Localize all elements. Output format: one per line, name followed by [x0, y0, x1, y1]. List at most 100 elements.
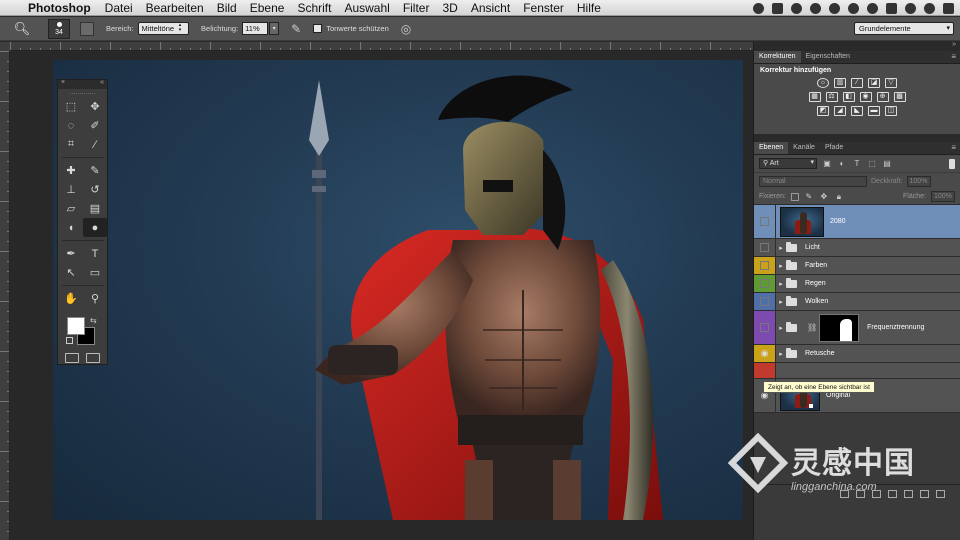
layer-name[interactable]: Frequenztrennung — [867, 324, 924, 331]
filter-toggle[interactable] — [949, 158, 955, 169]
panel-menu-icon[interactable]: ≡ — [951, 52, 956, 61]
spotlight-icon[interactable] — [924, 2, 935, 14]
lock-transparency-icon[interactable] — [790, 192, 799, 201]
layer-mask-thumbnail[interactable] — [819, 313, 860, 342]
visibility-toggle[interactable]: ◉ — [754, 345, 776, 362]
panel-separator[interactable] — [754, 134, 960, 142]
pixel-filter-icon[interactable]: ▣ — [822, 159, 832, 169]
expand-arrow-icon[interactable]: ▸ — [776, 350, 786, 358]
menu-fenster[interactable]: Fenster — [523, 1, 564, 15]
visibility-toggle[interactable] — [754, 205, 776, 238]
menu-hilfe[interactable]: Hilfe — [577, 1, 601, 15]
swap-colors-icon[interactable]: ⇆ — [90, 316, 97, 325]
deckkraft-field[interactable]: 100% — [906, 175, 931, 187]
link-icon[interactable]: ⛓ — [807, 323, 817, 332]
channel-mixer-icon[interactable]: ⊕ — [876, 92, 889, 102]
flaeche-field[interactable]: 100% — [931, 191, 955, 202]
tools-panel-header[interactable]: × « — [58, 79, 107, 89]
panel-menu-icon[interactable]: ≡ — [951, 143, 956, 152]
airbrush-icon[interactable]: ✎ — [291, 22, 301, 36]
type-tool-icon[interactable]: T — [83, 244, 107, 263]
menu-ansicht[interactable]: Ansicht — [471, 1, 510, 15]
layer-name[interactable]: Wolken — [805, 298, 828, 305]
lasso-tool-icon[interactable]: ◌ — [59, 116, 83, 135]
flag-icon[interactable] — [886, 2, 897, 14]
layer-name[interactable]: Farben — [805, 262, 827, 269]
curves-icon[interactable]: ⁄ — [851, 78, 863, 88]
zoom-tool-icon[interactable]: ⚲ — [83, 289, 107, 308]
color-lookup-icon[interactable]: ▩ — [893, 92, 906, 102]
posterize-icon[interactable]: ◢ — [834, 106, 846, 116]
menu-datei[interactable]: Datei — [105, 1, 133, 15]
visibility-toggle[interactable] — [754, 275, 776, 292]
layer-name[interactable]: Original — [826, 392, 850, 399]
default-colors-icon[interactable] — [66, 337, 73, 344]
brush-preset-picker[interactable]: 34 — [48, 18, 70, 39]
time-machine-icon[interactable] — [848, 2, 859, 14]
collapse-icon[interactable]: » — [952, 41, 956, 48]
ruler-horizontal[interactable] — [10, 42, 753, 51]
lock-all-icon[interactable]: 🔒︎ — [834, 192, 844, 202]
clone-stamp-tool-icon[interactable]: ⊥ — [59, 180, 83, 199]
layer-row[interactable]: 2080 — [754, 205, 960, 239]
gradient-map-icon[interactable]: ▬ — [868, 106, 880, 116]
layer-name[interactable]: Regen — [805, 280, 826, 287]
expand-arrow-icon[interactable]: ▸ — [776, 244, 786, 252]
panel-dock-header[interactable]: » — [754, 41, 960, 51]
tab-pfade[interactable]: Pfade — [820, 142, 848, 154]
invert-icon[interactable]: ◩ — [817, 106, 829, 116]
levels-icon[interactable]: ▥ — [834, 78, 846, 88]
hue-saturation-icon[interactable]: ▦ — [808, 92, 821, 102]
tab-kanaele[interactable]: Kanäle — [788, 142, 820, 154]
visibility-toggle[interactable] — [754, 311, 776, 344]
black-white-icon[interactable]: ◧ — [842, 92, 855, 102]
threshold-icon[interactable]: ◣ — [851, 106, 863, 116]
menu-ebene[interactable]: Ebene — [250, 1, 285, 15]
quick-selection-tool-icon[interactable]: ✐ — [83, 116, 107, 135]
wifi-icon[interactable] — [829, 2, 840, 14]
visibility-toggle[interactable] — [754, 257, 776, 274]
eraser-tool-icon[interactable]: ▱ — [59, 199, 83, 218]
history-brush-tool-icon[interactable]: ↺ — [83, 180, 107, 199]
dodge-tool-icon[interactable]: ● — [83, 218, 107, 237]
ruler-corner[interactable] — [0, 42, 10, 51]
layer-filter-select[interactable]: ⚲ Art — [759, 158, 817, 169]
user-icon[interactable] — [905, 2, 916, 14]
bereich-select[interactable]: Mitteltöne — [137, 22, 190, 35]
gradient-tool-icon[interactable]: ▤ — [83, 199, 107, 218]
expand-arrow-icon[interactable]: ▸ — [776, 324, 786, 332]
menu-3d[interactable]: 3D — [442, 1, 457, 15]
layer-row[interactable]: ▸ Licht — [754, 239, 960, 257]
hand-tool-icon[interactable]: ✋ — [59, 289, 83, 308]
expand-arrow-icon[interactable]: ▸ — [776, 280, 786, 288]
app-menu[interactable]: Photoshop — [28, 1, 91, 15]
tonwerte-checkbox[interactable] — [313, 24, 323, 33]
tab-eigenschaften[interactable]: Eigenschaften — [801, 51, 855, 63]
belichtung-field[interactable]: 11% — [242, 22, 269, 35]
tab-korrekturen[interactable]: Korrekturen — [754, 51, 801, 63]
foreground-color-swatch[interactable] — [67, 317, 85, 335]
lock-position-icon[interactable]: ✥ — [819, 192, 829, 202]
blend-mode-select[interactable]: Normal — [759, 175, 867, 187]
visibility-toggle[interactable] — [754, 363, 776, 378]
spot-healing-tool-icon[interactable]: ✚ — [59, 161, 83, 180]
collapse-icon[interactable]: « — [100, 79, 104, 86]
pressure-icon[interactable]: ◎ — [401, 22, 411, 36]
brush-tool-icon[interactable]: ✎ — [83, 161, 107, 180]
layer-row[interactable]: ▸ Wolken — [754, 293, 960, 311]
expand-arrow-icon[interactable]: ▸ — [776, 262, 786, 270]
layer-name[interactable]: Retusche — [805, 350, 835, 357]
tab-ebenen[interactable]: Ebenen — [754, 142, 789, 154]
belichtung-slider-toggle[interactable]: ▾ — [269, 22, 280, 35]
move-tool-icon[interactable]: ✥ — [83, 97, 107, 116]
brightness-contrast-icon[interactable]: ☼ — [817, 78, 829, 88]
menu-bearbeiten[interactable]: Bearbeiten — [146, 1, 204, 15]
layer-row[interactable]: ▸ Regen — [754, 275, 960, 293]
dodge-tool-icon[interactable]: 🔍︎ — [10, 19, 34, 39]
notifications-icon[interactable] — [943, 2, 954, 14]
brush-panel-toggle-icon[interactable] — [80, 21, 94, 36]
smart-object-filter-icon[interactable]: ▤ — [882, 159, 892, 169]
evernote-icon[interactable] — [791, 2, 802, 14]
color-balance-icon[interactable]: ⚖ — [825, 92, 838, 102]
volume-icon[interactable] — [867, 2, 878, 14]
